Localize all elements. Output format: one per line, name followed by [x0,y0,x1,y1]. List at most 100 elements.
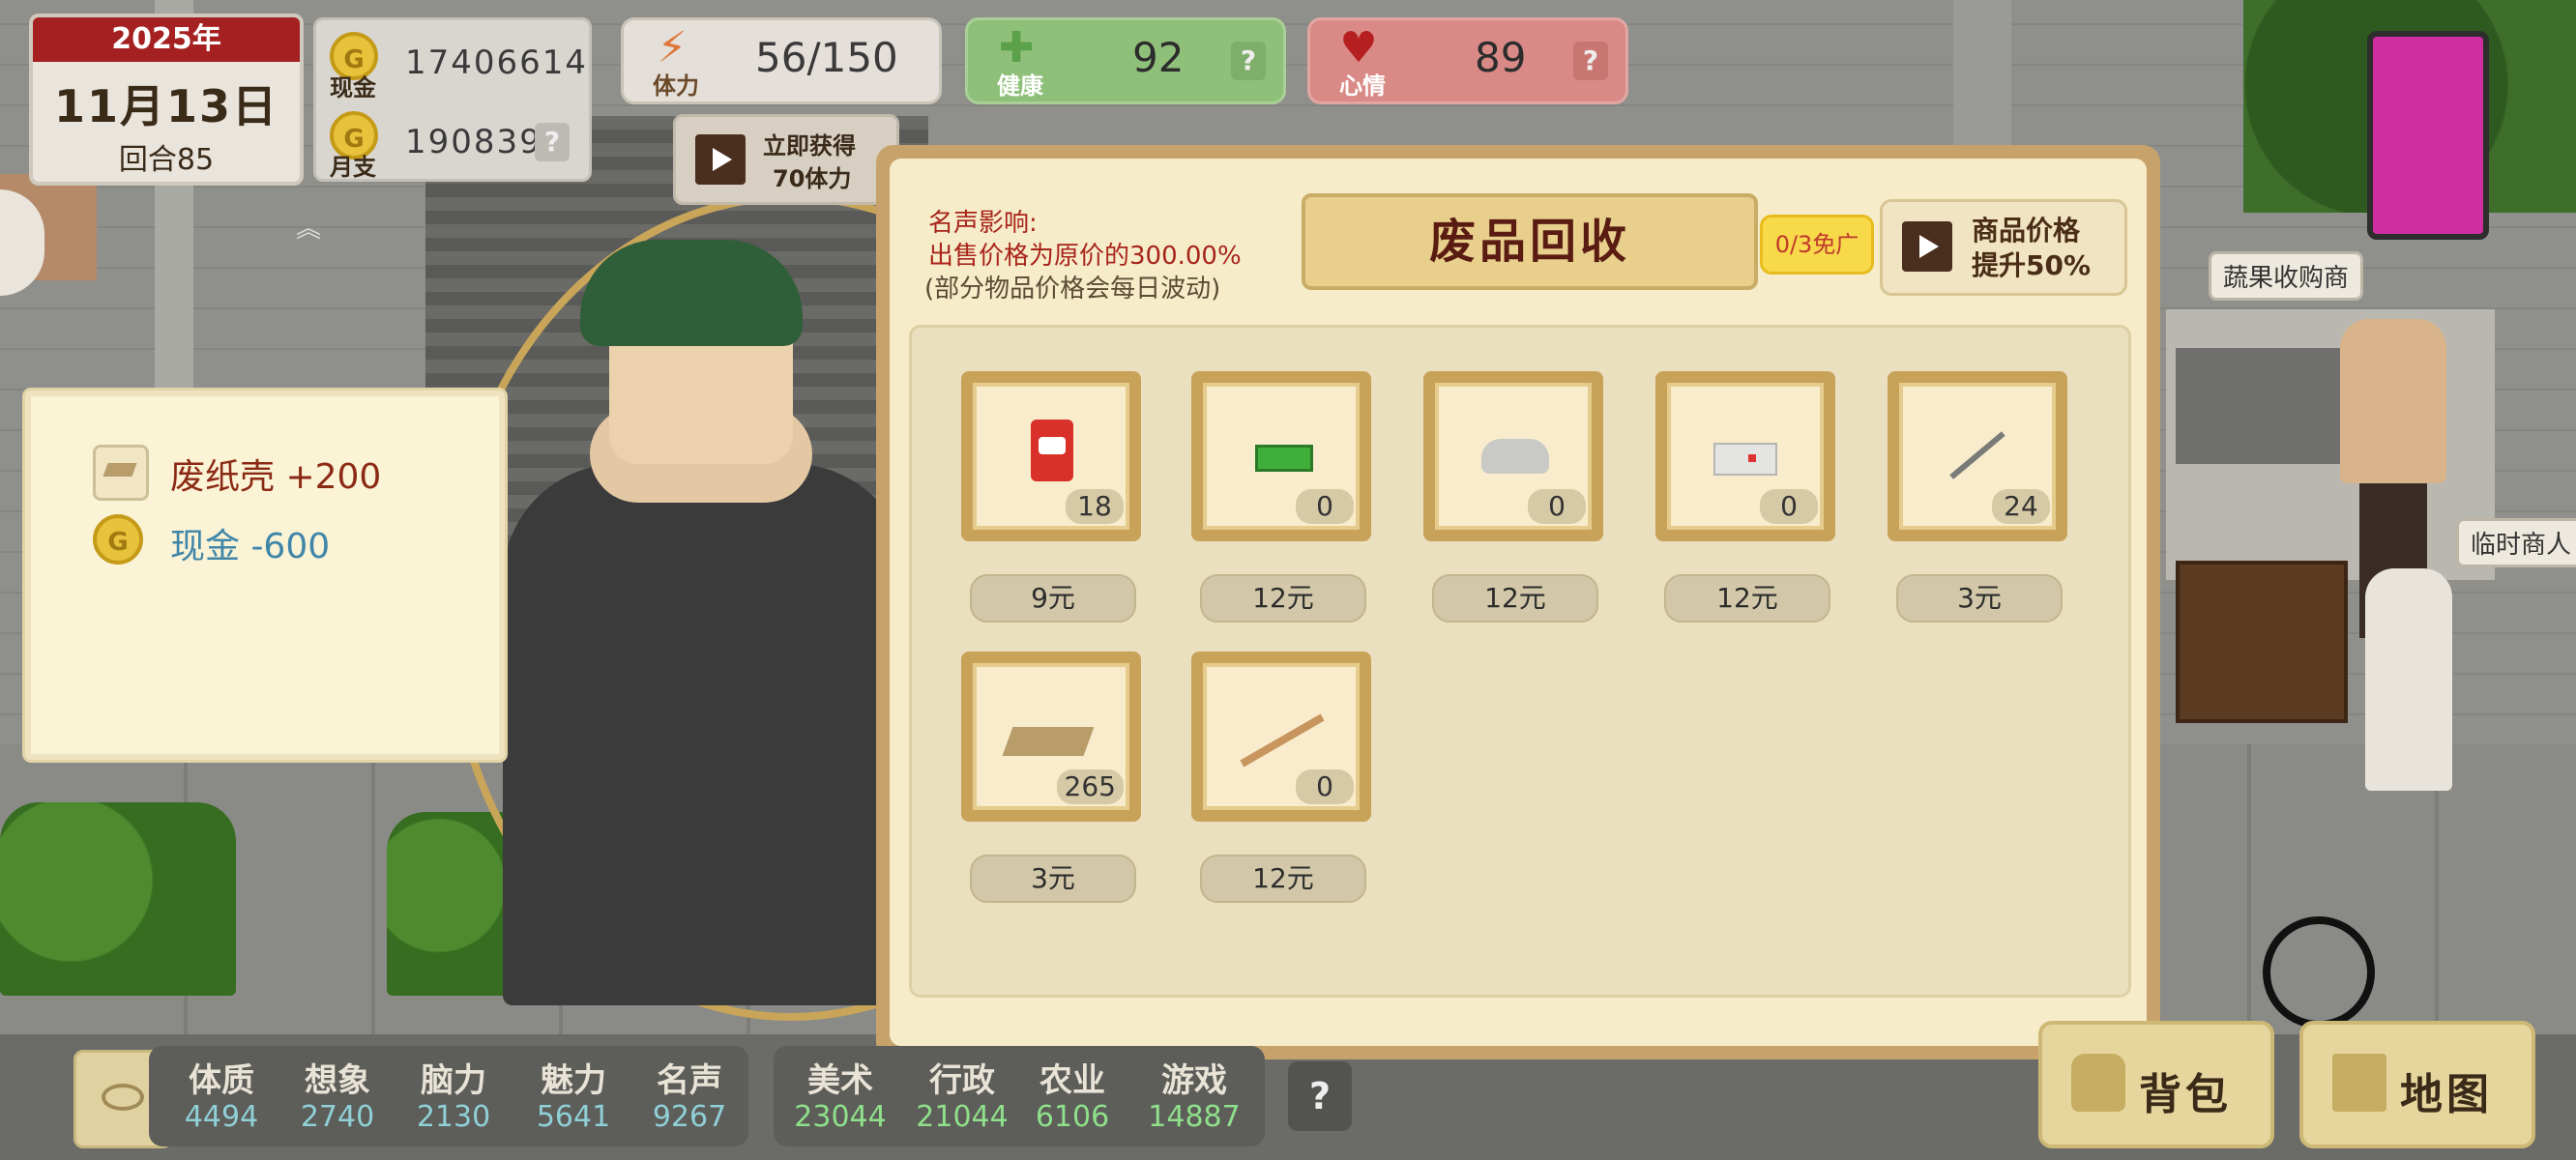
recycle-slot-green-bottle[interactable]: 0 [1191,371,1371,541]
energy-value: 56/150 [755,34,898,81]
mood-pill: ♥ 心情 89 ? [1307,17,1628,104]
green-bottle-icon [1255,445,1313,472]
item-price: 12元 [1664,574,1830,623]
item-price: 3元 [1896,574,2063,623]
video-ad-icon [1902,221,1952,272]
skill-value: 21044 [916,1100,1009,1134]
health-label: 健康 [997,72,1043,100]
date-day: 11月13日 [53,80,279,132]
help-button[interactable]: ? [1288,1061,1352,1131]
monthly-value: 190839 [405,123,542,161]
video-ad-icon [695,134,746,185]
collapse-arrow-icon[interactable]: ︽ [296,209,321,245]
skill-value: 6106 [1035,1100,1110,1134]
attr-value: 5641 [536,1100,611,1134]
cardboard-icon [1002,727,1095,756]
recycle-slot-can[interactable]: 18 [961,371,1141,541]
electronics-icon [1713,443,1777,476]
money-help-button[interactable]: ? [535,123,570,161]
skill-value: 23044 [794,1100,887,1134]
price-boost-line2: 提升50% [1972,249,2092,281]
character-hat [580,240,803,346]
attribute-bar: 体质 4494 想象 2740 脑力 2130 魅力 5641 名声 9267 [149,1046,748,1146]
watch-ad-energy-button[interactable]: 立即获得 70体力 [673,114,899,205]
attr-name: 脑力 [421,1061,486,1100]
item-count: 24 [1992,489,2050,524]
map-icon [2332,1054,2386,1112]
character-body [503,464,909,1005]
monthly-label: 月支 [330,154,376,181]
coin-icon: G [93,514,143,565]
cart-wheel [2263,916,2375,1029]
health-pill: ✚ 健康 92 ? [965,17,1286,104]
cash-value: 17406614 [405,44,589,82]
recycle-slot-copper-wire[interactable]: 0 [1191,652,1371,822]
npc-label-temp-merchant[interactable]: 临时商人 [2456,518,2576,567]
bush [0,802,236,996]
money-card: G 现金 17406614 G 月支 190839 ? [313,17,592,182]
recycle-slot-nail[interactable]: 24 [1888,371,2067,541]
cash-label: 现金 [330,74,376,102]
skill-name: 游戏 [1161,1061,1227,1100]
item-count: 18 [1066,489,1124,524]
item-price: 12元 [1200,574,1366,623]
attr-name: 想象 [305,1061,370,1100]
item-price: 3元 [970,855,1136,903]
free-ad-counter: 0/3免广 [1760,215,1874,275]
can-icon [1031,420,1073,481]
bag-icon [2071,1054,2125,1112]
fame-heading: 名声影响: [928,209,1038,238]
gain-text: 废纸壳 +200 [170,457,382,497]
price-boost-text: 商品价格 提升50% [1972,214,2091,283]
aluminum-pot-icon [1481,439,1549,474]
ad-energy-line2: 70体力 [773,165,852,192]
skill-name: 行政 [929,1061,995,1100]
gain-popup: 废纸壳 +200 G 现金 -600 [25,391,505,760]
health-help-button[interactable]: ? [1231,42,1266,80]
bag-button[interactable]: 背包 [2038,1021,2274,1148]
date-card: 2025年 11月13日 回合85 [29,14,304,186]
attr-name: 魅力 [541,1061,606,1100]
attr-value: 2130 [416,1100,491,1134]
skill-name: 农业 [1039,1061,1105,1100]
attr-name: 体质 [189,1061,254,1100]
npc-vegetable-buyer[interactable] [2340,319,2446,483]
mood-help-button[interactable]: ? [1573,42,1608,80]
skill-value: 14887 [1148,1100,1241,1134]
recycle-slot-electronics[interactable]: 0 [1655,371,1835,541]
recycle-slot-cardboard[interactable]: 265 [961,652,1141,822]
bag-label: 背包 [2139,1070,2232,1119]
heart-icon: ♥ [1339,23,1378,72]
attr-name: 名声 [657,1061,722,1100]
eye-icon [102,1084,144,1111]
health-cross-icon: ✚ [998,23,1035,72]
mood-label: 心情 [1339,72,1386,100]
lightning-icon: ⚡ [657,23,688,72]
fame-note: (部分物品价格会每日波动) [924,275,1221,304]
item-price: 12元 [1200,855,1366,903]
turn-counter: 回合85 [118,143,215,177]
energy-pill: ⚡ 体力 56/150 [621,17,942,104]
item-count: 0 [1760,489,1818,524]
item-count: 0 [1296,769,1354,804]
date-year: 2025年 [33,17,300,62]
energy-label: 体力 [653,72,699,100]
phone-icon[interactable] [2367,31,2489,240]
price-boost-ad-button[interactable]: 商品价格 提升50% [1880,199,2127,296]
attr-value: 9267 [652,1100,727,1134]
item-count: 0 [1528,489,1586,524]
map-label: 地图 [2400,1070,2493,1119]
item-count: 265 [1056,769,1124,804]
cardboard-icon [93,445,149,501]
gain-text: 现金 -600 [170,527,331,566]
map-button[interactable]: 地图 [2299,1021,2535,1148]
recycle-slot-aluminum-pot[interactable]: 0 [1423,371,1603,541]
mood-value: 89 [1475,34,1527,81]
ad-energy-line1: 立即获得 [763,132,856,160]
item-price: 12元 [1432,574,1598,623]
attr-value: 4494 [184,1100,259,1134]
npc-label-vegetable-buyer[interactable]: 蔬果收购商 [2209,251,2364,301]
recycle-title: 废品回收 [1302,193,1758,290]
npc-temp-merchant[interactable] [2365,568,2452,791]
item-price: 9元 [970,574,1136,623]
